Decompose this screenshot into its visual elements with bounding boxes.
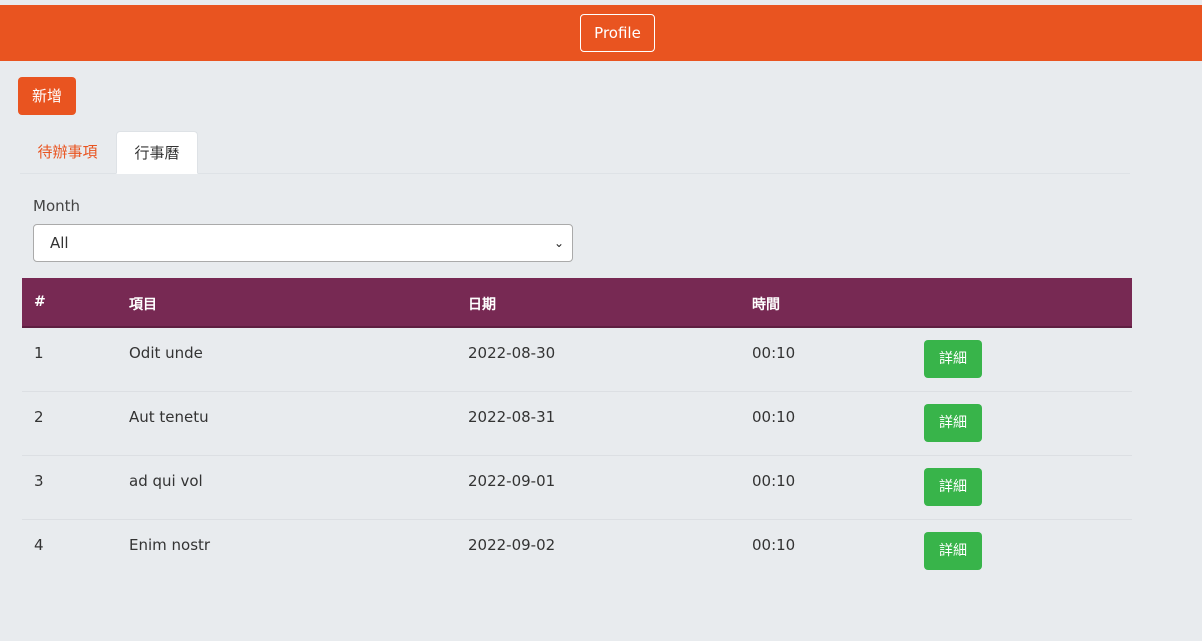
row-time: 00:10 [752, 536, 796, 554]
row-item: Odit unde [129, 344, 203, 362]
table-row: 1 Odit unde 2022-08-30 00:10 詳細 [22, 328, 1132, 392]
row-item: Aut tenetu [129, 408, 209, 426]
top-navbar: Profile [0, 5, 1202, 61]
tab-todo[interactable]: 待辦事項 [20, 131, 115, 173]
detail-button[interactable]: 詳細 [924, 532, 982, 570]
row-date: 2022-08-30 [468, 344, 556, 362]
row-item: ad qui vol [129, 472, 203, 490]
column-header-time: 時間 [752, 297, 780, 313]
detail-button[interactable]: 詳細 [924, 404, 982, 442]
row-number: 1 [34, 344, 44, 362]
month-select-value: All [50, 234, 69, 252]
column-header-date: 日期 [468, 297, 496, 313]
row-date: 2022-09-02 [468, 536, 556, 554]
row-number: 3 [34, 472, 44, 490]
events-table: # 項目 日期 時間 1 Odit unde 2022-08-30 00:10 … [22, 278, 1132, 583]
month-select[interactable]: All ⌄ [33, 224, 573, 262]
tab-calendar[interactable]: 行事曆 [116, 131, 198, 174]
detail-button[interactable]: 詳細 [924, 340, 982, 378]
table-header: # 項目 日期 時間 [22, 278, 1132, 328]
table-row: 4 Enim nostr 2022-09-02 00:10 詳細 [22, 520, 1132, 583]
detail-button[interactable]: 詳細 [924, 468, 982, 506]
column-header-number: # [34, 294, 46, 310]
chevron-down-icon: ⌄ [553, 236, 564, 250]
row-number: 4 [34, 536, 44, 554]
row-time: 00:10 [752, 472, 796, 490]
row-item: Enim nostr [129, 536, 211, 554]
tab-bar: 待辦事項 行事曆 [20, 131, 1130, 174]
row-number: 2 [34, 408, 44, 426]
column-header-item: 項目 [129, 297, 157, 313]
add-button[interactable]: 新增 [18, 77, 76, 115]
table-row: 3 ad qui vol 2022-09-01 00:10 詳細 [22, 456, 1132, 520]
profile-button[interactable]: Profile [580, 14, 655, 52]
row-time: 00:10 [752, 408, 796, 426]
month-label: Month [33, 197, 81, 215]
table-row: 2 Aut tenetu 2022-08-31 00:10 詳細 [22, 392, 1132, 456]
row-date: 2022-08-31 [468, 408, 556, 426]
row-time: 00:10 [752, 344, 796, 362]
row-date: 2022-09-01 [468, 472, 556, 490]
